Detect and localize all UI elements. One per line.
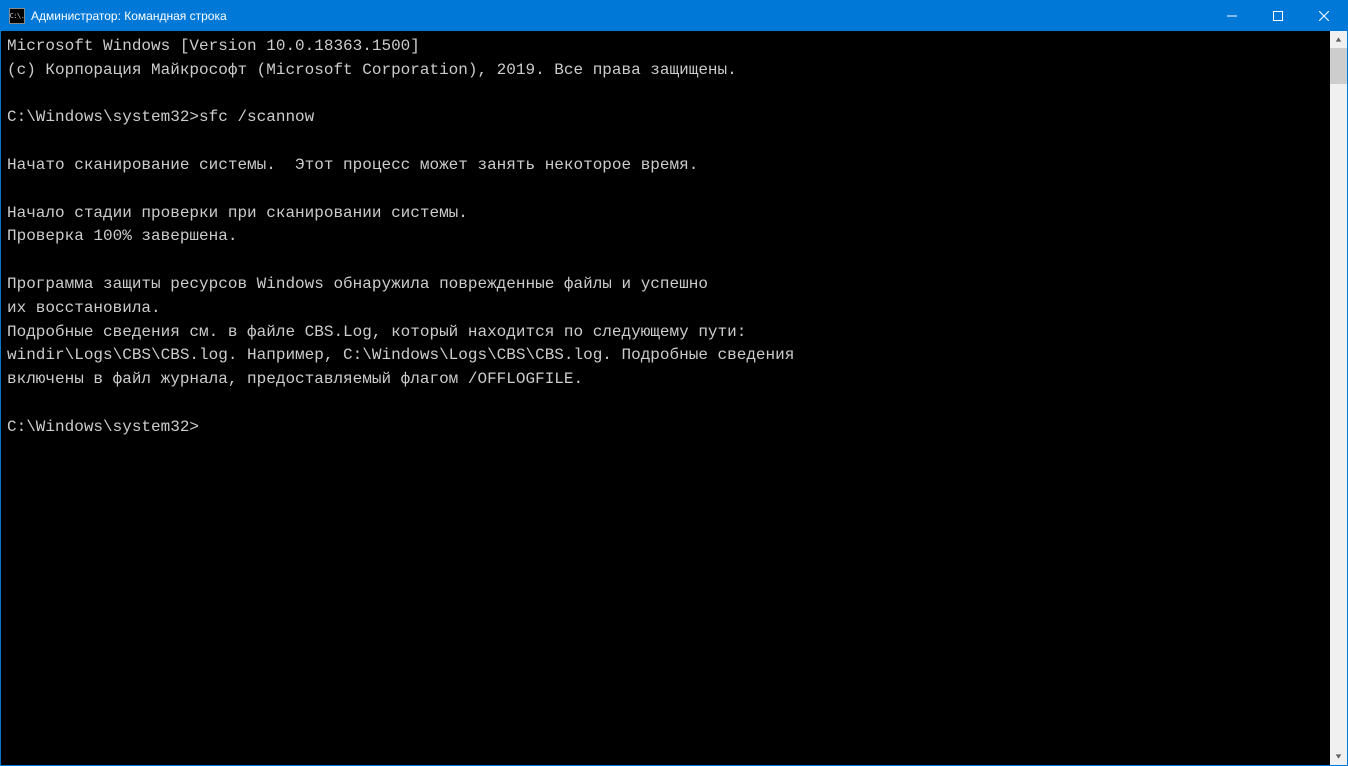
- app-icon-label: C:\.: [10, 12, 25, 20]
- maximize-icon: [1273, 11, 1283, 21]
- chevron-down-icon: [1335, 753, 1342, 760]
- scroll-up-button[interactable]: [1330, 31, 1347, 48]
- scroll-track[interactable]: [1330, 48, 1347, 748]
- titlebar[interactable]: C:\. Администратор: Командная строка: [1, 1, 1347, 31]
- app-icon: C:\.: [9, 8, 25, 24]
- console-area: Microsoft Windows [Version 10.0.18363.15…: [1, 31, 1347, 765]
- scroll-thumb[interactable]: [1330, 48, 1347, 84]
- scroll-down-button[interactable]: [1330, 748, 1347, 765]
- command-prompt-window: C:\. Администратор: Командная строка Mic…: [0, 0, 1348, 766]
- minimize-button[interactable]: [1209, 1, 1255, 31]
- chevron-up-icon: [1335, 36, 1342, 43]
- close-icon: [1319, 11, 1329, 21]
- maximize-button[interactable]: [1255, 1, 1301, 31]
- minimize-icon: [1227, 11, 1237, 21]
- window-title: Администратор: Командная строка: [31, 9, 227, 23]
- console-output[interactable]: Microsoft Windows [Version 10.0.18363.15…: [1, 31, 1330, 765]
- window-controls: [1209, 1, 1347, 31]
- close-button[interactable]: [1301, 1, 1347, 31]
- vertical-scrollbar[interactable]: [1330, 31, 1347, 765]
